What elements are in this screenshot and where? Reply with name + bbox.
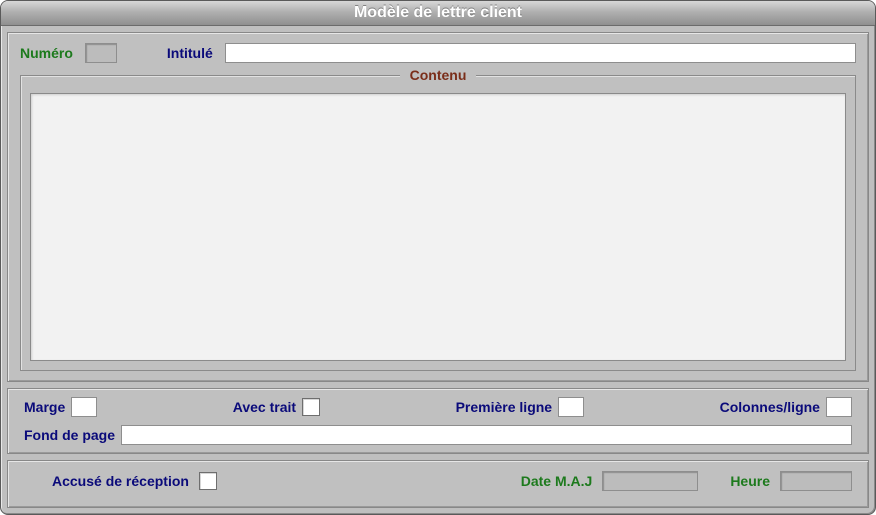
contenu-textarea[interactable]	[30, 93, 846, 361]
header-panel: Numéro Intitulé Contenu	[7, 32, 869, 382]
date-maj-field	[602, 471, 698, 491]
titlebar: Modèle de lettre client	[1, 1, 875, 26]
window: Modèle de lettre client Numéro Intitulé …	[0, 0, 876, 515]
numero-field[interactable]	[85, 43, 117, 63]
intitule-label: Intitulé	[167, 45, 213, 61]
footer-panel: Accusé de réception Date M.A.J Heure	[7, 460, 869, 508]
date-maj-label: Date M.A.J	[521, 473, 593, 489]
intitule-input[interactable]	[225, 43, 856, 63]
colonnes-ligne-input[interactable]	[826, 397, 852, 417]
client-area: Numéro Intitulé Contenu Marge	[1, 26, 875, 514]
heure-field	[780, 471, 852, 491]
marge-input[interactable]	[71, 397, 97, 417]
premiere-ligne-input[interactable]	[558, 397, 584, 417]
contenu-legend: Contenu	[400, 67, 477, 83]
window-title: Modèle de lettre client	[354, 4, 522, 22]
avec-trait-checkbox[interactable]	[302, 398, 320, 416]
accuse-reception-label: Accusé de réception	[52, 473, 189, 489]
fond-de-page-label: Fond de page	[24, 427, 115, 443]
colonnes-ligne-label: Colonnes/ligne	[720, 399, 820, 415]
avec-trait-label: Avec trait	[233, 399, 296, 415]
fond-de-page-input[interactable]	[121, 425, 852, 445]
premiere-ligne-label: Première ligne	[456, 399, 553, 415]
numero-label: Numéro	[20, 45, 73, 61]
heure-label: Heure	[730, 473, 770, 489]
marge-label: Marge	[24, 399, 65, 415]
accuse-reception-checkbox[interactable]	[199, 472, 217, 490]
format-panel: Marge Avec trait Première ligne Colonnes…	[7, 388, 869, 454]
